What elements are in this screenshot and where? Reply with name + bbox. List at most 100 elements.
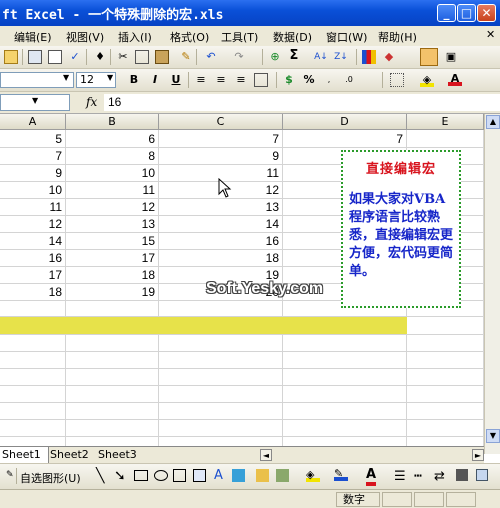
sheet-tab-1[interactable]: Sheet1 <box>0 447 49 463</box>
column-header-a[interactable]: A <box>0 114 66 130</box>
menu-edit[interactable]: 编辑(E) <box>14 29 52 45</box>
highlighted-row[interactable] <box>0 317 407 334</box>
cell[interactable]: 12 <box>66 199 159 216</box>
macro-icon[interactable] <box>420 48 438 66</box>
cell[interactable]: 11 <box>0 199 66 216</box>
borders-icon[interactable] <box>390 73 404 87</box>
format-painter-icon[interactable]: ✎ <box>179 50 193 64</box>
scroll-down-icon[interactable]: ▼ <box>486 429 500 443</box>
font-color-icon[interactable]: A <box>366 467 377 486</box>
research-icon[interactable]: ♦ <box>93 50 107 64</box>
chevron-down-icon[interactable]: ▼ <box>107 73 113 82</box>
oval-icon[interactable] <box>154 470 168 481</box>
increase-decimal-icon[interactable]: .0 <box>342 73 356 87</box>
cell[interactable]: 14 <box>0 233 66 250</box>
textbox-icon[interactable] <box>173 469 186 482</box>
cell[interactable]: 10 <box>0 182 66 199</box>
picture-icon[interactable] <box>276 469 289 482</box>
menu-help[interactable]: 帮助(H) <box>378 29 417 45</box>
line-style-icon[interactable]: ☰ <box>394 469 406 484</box>
column-header-b[interactable]: B <box>66 114 159 130</box>
text-box[interactable]: 直接编辑宏 如果大家对VBA程序语言比较熟悉，直接编辑宏更方便，宏代码更简单。 <box>341 150 461 308</box>
print-preview-icon[interactable] <box>48 50 62 64</box>
align-center-icon[interactable]: ≡ <box>214 73 228 87</box>
cell[interactable]: 11 <box>66 182 159 199</box>
autoshapes-button[interactable]: 自选图形(U) <box>20 470 81 486</box>
vertical-textbox-icon[interactable] <box>193 469 206 482</box>
bold-button[interactable]: B <box>127 73 141 87</box>
close-button[interactable]: ✕ <box>477 4 496 22</box>
underline-button[interactable]: U <box>169 73 183 87</box>
column-header-d[interactable]: D <box>283 114 407 130</box>
cell[interactable]: 13 <box>159 199 283 216</box>
cell[interactable]: 7 <box>0 148 66 165</box>
fill-color-icon[interactable]: ◈ <box>420 73 434 87</box>
hyperlink-icon[interactable]: ⊕ <box>268 50 282 64</box>
cell[interactable]: 16 <box>0 250 66 267</box>
arrow-icon[interactable]: ➘ <box>114 468 126 484</box>
cell[interactable]: 17 <box>0 267 66 284</box>
align-left-icon[interactable]: ≡ <box>194 73 208 87</box>
menu-view[interactable]: 视图(V) <box>66 29 104 45</box>
align-right-icon[interactable]: ≡ <box>234 73 248 87</box>
cell[interactable]: 7 <box>159 131 283 148</box>
menu-data[interactable]: 数据(D) <box>273 29 312 45</box>
column-header-e[interactable]: E <box>407 114 484 130</box>
cell[interactable]: 13 <box>66 216 159 233</box>
font-color-icon[interactable]: A <box>448 72 462 86</box>
shadow-icon[interactable] <box>456 469 468 481</box>
arrow-style-icon[interactable]: ⇄ <box>434 469 445 484</box>
menu-window[interactable]: 窗口(W) <box>326 29 367 45</box>
currency-icon[interactable]: $ <box>282 73 296 87</box>
cell[interactable]: 9 <box>159 148 283 165</box>
percent-button[interactable]: % <box>302 73 316 87</box>
menu-format[interactable]: 格式(O) <box>170 29 209 45</box>
worksheet-grid[interactable]: A B C D E 5 6 7 7 7 8 9 9 10 11 10 11 12… <box>0 114 484 446</box>
wordart-icon[interactable]: A <box>214 468 223 483</box>
chevron-down-icon[interactable]: ▼ <box>63 73 69 82</box>
scroll-right-icon[interactable]: ► <box>472 449 484 461</box>
column-header-c[interactable]: C <box>159 114 283 130</box>
cell[interactable]: 15 <box>66 233 159 250</box>
cell[interactable]: 12 <box>0 216 66 233</box>
cut-icon[interactable]: ✂ <box>116 50 130 64</box>
open-icon[interactable] <box>4 50 18 64</box>
cell[interactable]: 8 <box>66 148 159 165</box>
cell[interactable]: 16 <box>159 233 283 250</box>
merge-center-icon[interactable] <box>254 73 268 87</box>
menu-tools[interactable]: 工具(T) <box>221 29 258 45</box>
drawing-icon[interactable]: ◆ <box>382 50 396 64</box>
copy-icon[interactable] <box>135 50 149 64</box>
fill-color-icon[interactable]: ◈ <box>306 468 320 482</box>
cell[interactable]: 6 <box>66 131 159 148</box>
italic-button[interactable]: I <box>148 73 162 87</box>
function-icon[interactable]: fx <box>86 95 97 109</box>
cell[interactable]: 18 <box>159 250 283 267</box>
redo-icon[interactable]: ↷ <box>232 50 246 64</box>
clip-art-icon[interactable] <box>256 469 269 482</box>
cell[interactable]: 18 <box>0 284 66 301</box>
line-icon[interactable]: ╲ <box>96 468 104 484</box>
line-color-icon[interactable]: ✎ <box>334 467 348 481</box>
print-icon[interactable] <box>28 50 42 64</box>
sheet-tab-3[interactable]: Sheet3 <box>96 447 144 463</box>
chevron-down-icon[interactable]: ▼ <box>32 96 38 105</box>
sheet-tab-2[interactable]: Sheet2 <box>48 447 96 463</box>
dash-style-icon[interactable]: ┅ <box>414 469 422 484</box>
comma-style-icon[interactable]: , <box>322 73 336 87</box>
3d-icon[interactable] <box>476 469 488 481</box>
undo-icon[interactable]: ↶ <box>204 50 218 64</box>
sort-descending-icon[interactable]: Z↓ <box>334 50 348 64</box>
minimize-button[interactable]: _ <box>437 4 456 22</box>
vertical-scrollbar[interactable]: ▲ ▼ <box>484 114 500 454</box>
formula-input[interactable]: 16 <box>104 94 500 111</box>
scroll-up-icon[interactable]: ▲ <box>486 115 500 129</box>
camera-icon[interactable]: ▣ <box>444 50 458 64</box>
scroll-left-icon[interactable]: ◄ <box>260 449 272 461</box>
paste-icon[interactable] <box>155 50 169 64</box>
cell[interactable]: 5 <box>0 131 66 148</box>
doc-close-icon[interactable]: ✕ <box>486 28 495 41</box>
cell[interactable]: 18 <box>66 267 159 284</box>
spelling-icon[interactable]: ✓ <box>68 50 82 64</box>
cell[interactable]: 7 <box>283 131 407 148</box>
